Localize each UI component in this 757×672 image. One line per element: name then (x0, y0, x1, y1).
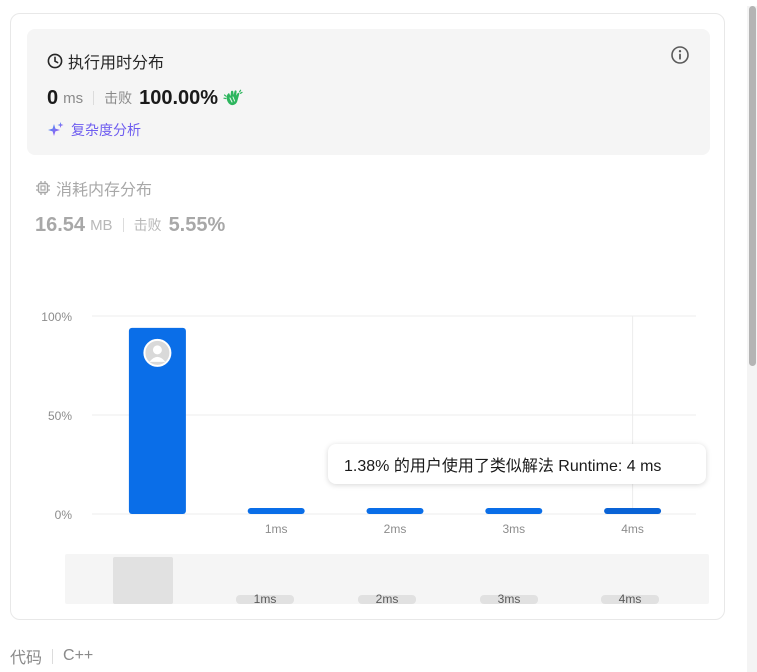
memory-stat-row: 16.54 MB 击败 5.55% (35, 212, 225, 238)
info-icon[interactable] (670, 45, 690, 65)
runtime-value: 0 (47, 86, 59, 109)
chart-tooltip: 1.38% 的用户使用了类似解法 Runtime: 4 ms (328, 444, 706, 484)
page-scrollbar[interactable] (747, 6, 757, 672)
language-label: 代码 (10, 650, 43, 667)
complexity-analysis-link[interactable]: 复杂度分析 (47, 120, 141, 140)
language-value: C++ (63, 647, 94, 664)
chip-icon (36, 181, 50, 195)
divider (52, 648, 54, 664)
complexity-analysis-label: 复杂度分析 (71, 122, 141, 138)
language-row: 代码 C++ (10, 644, 93, 668)
divider (93, 91, 95, 105)
runtime-title-text: 执行用时分布 (68, 55, 165, 72)
chart-bar[interactable] (485, 508, 543, 514)
chart-bar[interactable] (128, 327, 186, 514)
memory-beat-value: 5.55% (168, 213, 226, 236)
runtime-panel[interactable]: 执行用时分布 0 ms 击败 100.00% 复杂度分析 (27, 29, 710, 155)
navigator-selection-handle[interactable] (113, 557, 173, 604)
memory-title-text: 消耗内存分布 (56, 182, 153, 199)
chart-bar[interactable] (366, 508, 424, 514)
memory-beat-label: 击败 (133, 217, 162, 233)
runtime-stat-row: 0 ms 击败 100.00% (47, 85, 244, 111)
sparkle-icon (48, 122, 64, 136)
runtime-unit: ms (63, 89, 84, 107)
clock-icon (47, 53, 63, 69)
divider (122, 218, 124, 232)
runtime-title: 执行用时分布 (47, 49, 164, 73)
memory-tab[interactable]: 消耗内存分布 (35, 176, 152, 200)
memory-unit: MB (90, 216, 113, 234)
solution-stats-card: 执行用时分布 0 ms 击败 100.00% 复杂度分析 (10, 13, 725, 620)
runtime-beat-label: 击败 (104, 90, 133, 106)
scrollbar-thumb[interactable] (749, 6, 756, 366)
clap-icon (223, 89, 243, 106)
chart-bar[interactable] (604, 508, 662, 514)
memory-value: 16.54 (35, 213, 86, 236)
runtime-beat-value: 100.00% (139, 86, 219, 109)
chart-bar[interactable] (247, 508, 305, 514)
